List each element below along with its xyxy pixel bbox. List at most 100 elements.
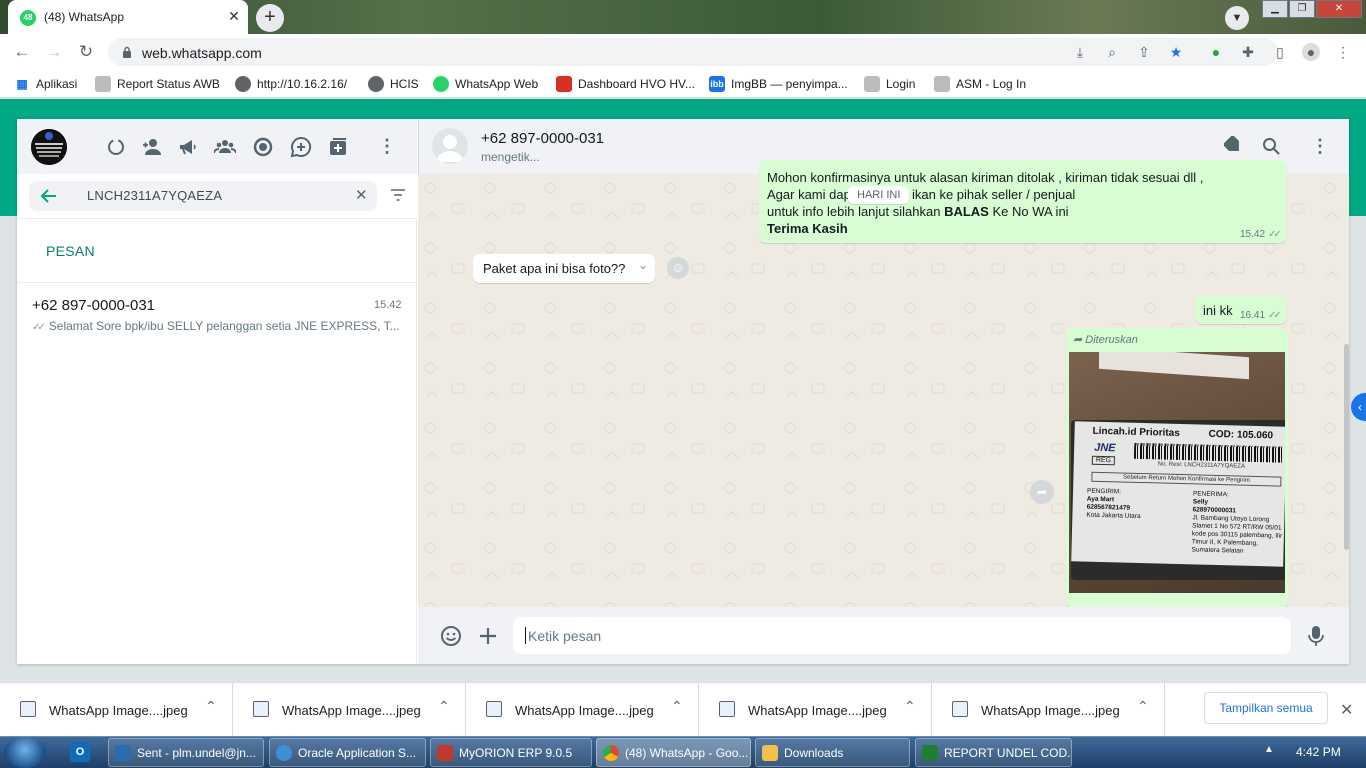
- bookmark-label: Dashboard HVO HV...: [578, 77, 695, 91]
- new-contact-icon[interactable]: [141, 136, 163, 158]
- my-avatar[interactable]: [31, 129, 67, 165]
- bookmark-imgbb[interactable]: ibb ImgBB — penyimpa...: [709, 76, 848, 92]
- message-line: Terima Kasih: [767, 221, 848, 236]
- install-app-icon[interactable]: ⤓: [1071, 43, 1089, 61]
- bookmark-login[interactable]: Login: [864, 76, 915, 92]
- taskbar-item-myorion[interactable]: MyORION ERP 9.0.5: [430, 738, 592, 767]
- chevron-up-icon[interactable]: ⌃: [904, 698, 916, 715]
- chevron-up-icon[interactable]: ⌃: [205, 698, 217, 715]
- taskbar-item-chrome[interactable]: (48) WhatsApp - Goo...: [596, 738, 751, 767]
- download-item[interactable]: WhatsApp Image....jpeg ⌃: [233, 682, 466, 736]
- close-tab-icon[interactable]: ✕: [226, 8, 242, 24]
- profile-avatar-icon[interactable]: ●: [1302, 43, 1320, 61]
- side-panel-icon[interactable]: ▯: [1271, 43, 1289, 61]
- download-item[interactable]: WhatsApp Image....jpeg ⌃: [699, 682, 932, 736]
- emoji-reaction-icon[interactable]: ☺: [667, 257, 689, 279]
- grammarly-extension-icon[interactable]: ●: [1207, 43, 1225, 61]
- bookmark-label: Aplikasi: [36, 77, 78, 91]
- chrome-menu-icon[interactable]: ⋮: [1334, 43, 1352, 61]
- taskbar-clock[interactable]: 4:42 PM: [1296, 745, 1341, 759]
- message-input[interactable]: [513, 617, 1291, 654]
- taskbar-item-outlook[interactable]: Sent - plm.undel@jn...: [108, 738, 264, 767]
- globe-icon: [368, 76, 384, 92]
- forward-icon[interactable]: →: [42, 40, 66, 64]
- bookmark-asm-login[interactable]: ASM - Log In: [934, 76, 1026, 92]
- close-window-button[interactable]: ✕: [1316, 0, 1362, 18]
- download-item[interactable]: WhatsApp Image....jpeg ⌃: [466, 682, 699, 736]
- bookmark-whatsapp-web[interactable]: WhatsApp Web: [433, 76, 538, 92]
- message-time: 15.42: [1240, 229, 1266, 240]
- channels-megaphone-icon[interactable]: [177, 136, 199, 158]
- taskbar-item-excel[interactable]: REPORT UNDEL COD...: [915, 738, 1072, 767]
- tab-search-button[interactable]: ▼: [1225, 6, 1249, 30]
- message-placeholder: Ketik pesan: [528, 628, 602, 644]
- contact-avatar[interactable]: [432, 128, 468, 164]
- microphone-icon[interactable]: [1308, 625, 1324, 647]
- bookmark-aplikasi[interactable]: ▦ Aplikasi: [14, 76, 77, 92]
- attach-plus-icon[interactable]: [478, 626, 498, 646]
- browser-tab-whatsapp[interactable]: 48 (48) WhatsApp ✕: [8, 0, 248, 34]
- chevron-up-icon[interactable]: ⌃: [438, 698, 450, 715]
- minimize-window-button[interactable]: ▁: [1262, 0, 1288, 18]
- close-shelf-icon[interactable]: ✕: [1340, 700, 1353, 720]
- date-chip: HARI INI: [848, 186, 910, 204]
- share-icon[interactable]: ⇪: [1135, 43, 1153, 61]
- chrome-icon: [603, 744, 619, 761]
- start-button-icon[interactable]: [4, 737, 46, 768]
- image-file-icon: [952, 701, 968, 717]
- globe-icon: [235, 76, 251, 92]
- message-text: Paket apa ini bisa foto??: [483, 261, 626, 276]
- ibb-icon: ibb: [709, 76, 725, 92]
- bookmark-dashboard-hvo[interactable]: Dashboard HVO HV...: [556, 76, 695, 92]
- side-extension-tab-icon[interactable]: ‹: [1351, 393, 1366, 421]
- label-tag-icon[interactable]: [1224, 136, 1244, 156]
- maximize-window-button[interactable]: ❐: [1289, 0, 1315, 18]
- bookmark-hcis[interactable]: HCIS: [368, 76, 419, 92]
- filter-icon[interactable]: [390, 189, 406, 201]
- bookmark-report-status-awb[interactable]: Report Status AWB: [95, 76, 220, 92]
- download-item[interactable]: WhatsApp Image....jpeg ⌃: [932, 682, 1165, 736]
- outlook-pinned-icon[interactable]: O: [70, 742, 90, 762]
- bookmark-star-icon[interactable]: ★: [1167, 43, 1185, 61]
- bookmark-ip[interactable]: http://10.16.2.16/: [235, 76, 347, 92]
- zoom-icon[interactable]: ⌕: [1103, 43, 1121, 61]
- new-chat-bubble-icon[interactable]: [290, 136, 312, 158]
- communities-icon[interactable]: [214, 136, 236, 158]
- typing-status: mengetik...: [481, 150, 540, 164]
- conversation-menu-icon[interactable]: ⋮: [1311, 136, 1329, 157]
- new-tab-button[interactable]: +: [256, 4, 284, 32]
- message-line: Mohon konfirmasinya untuk alasan kiriman…: [767, 170, 1204, 185]
- search-icon[interactable]: [1262, 137, 1280, 155]
- forward-button-icon[interactable]: ➦: [1030, 480, 1054, 504]
- show-all-downloads-button[interactable]: Tampilkan semua: [1204, 692, 1328, 724]
- whatsapp-favicon-icon: 48: [20, 10, 36, 26]
- folder-icon: [762, 744, 778, 761]
- chevron-up-icon[interactable]: ⌃: [671, 698, 683, 715]
- chevron-up-icon[interactable]: ⌃: [1137, 698, 1149, 715]
- download-filename: WhatsApp Image....jpeg: [282, 703, 421, 718]
- meta-ai-icon[interactable]: [252, 136, 274, 158]
- status-icon[interactable]: [105, 136, 127, 158]
- new-chat-icon[interactable]: [327, 136, 349, 158]
- taskbar-item-oracle[interactable]: Oracle Application S...: [269, 738, 426, 767]
- back-icon[interactable]: ←: [10, 40, 34, 64]
- package-photo[interactable]: Lincah.id Prioritas COD: 105.060 JNE REG…: [1069, 352, 1285, 593]
- clear-search-icon[interactable]: ✕: [355, 186, 368, 204]
- back-arrow-icon[interactable]: [40, 188, 58, 204]
- reload-icon[interactable]: ↻: [74, 40, 98, 64]
- search-value[interactable]: LNCH2311A7YQAEZA: [87, 188, 222, 203]
- message-options-chevron-icon[interactable]: ⌄: [638, 258, 648, 272]
- image-file-icon: [20, 701, 36, 717]
- forward-arrow-icon: ➦: [1073, 334, 1086, 346]
- message-line-text: untuk info lebih lanjut silahkan: [767, 204, 945, 219]
- emoji-icon[interactable]: [440, 625, 462, 647]
- sidebar-menu-icon[interactable]: ⋮: [378, 136, 396, 157]
- tray-expand-icon[interactable]: ▲: [1264, 744, 1274, 755]
- result-contact-name: +62 897-0000-031: [32, 297, 156, 314]
- myorion-icon: [437, 744, 453, 761]
- conversation-scrollbar[interactable]: [1344, 344, 1349, 550]
- download-item[interactable]: WhatsApp Image....jpeg ⌃: [0, 682, 233, 736]
- extensions-puzzle-icon[interactable]: ✚: [1239, 43, 1257, 61]
- taskbar-label: (48) WhatsApp - Goo...: [625, 745, 749, 760]
- taskbar-item-downloads[interactable]: Downloads: [755, 738, 910, 767]
